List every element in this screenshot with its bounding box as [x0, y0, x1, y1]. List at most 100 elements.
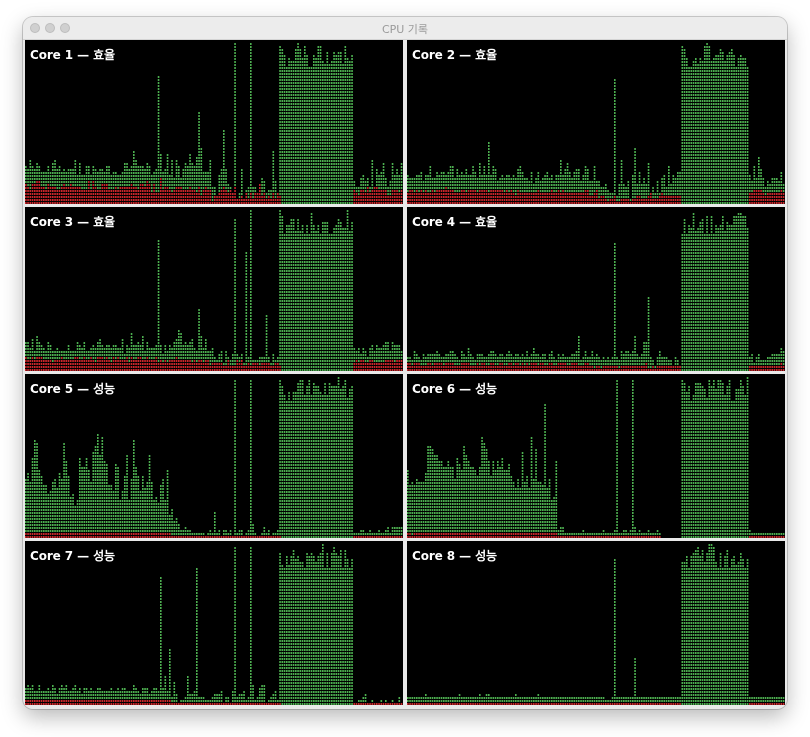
cpu-sample-bar [297, 43, 299, 204]
cpu-sample-bar [27, 169, 29, 204]
system-load-segment [63, 187, 65, 189]
user-load-segment [295, 154, 297, 156]
user-load-segment [589, 184, 591, 186]
user-load-segment [313, 130, 315, 132]
system-load-segment [438, 190, 441, 192]
user-load-segment [301, 118, 304, 120]
cpu-sample-bar [535, 178, 537, 204]
user-load-segment [340, 172, 342, 174]
user-load-segment [515, 178, 517, 180]
user-load-segment [297, 124, 299, 126]
user-load-segment [54, 160, 56, 162]
user-load-segment [175, 166, 178, 168]
system-load-segment [101, 187, 104, 189]
system-load-segment [47, 199, 50, 201]
system-load-segment [72, 202, 74, 204]
user-load-segment [279, 67, 281, 69]
system-load-segment [47, 193, 50, 195]
user-load-segment [250, 121, 252, 123]
system-load-segment [420, 190, 423, 192]
user-load-segment [306, 76, 308, 78]
title-bar[interactable]: CPU 기록 [23, 17, 787, 40]
user-load-segment [652, 193, 654, 195]
user-load-segment [292, 190, 295, 192]
system-load-segment [274, 202, 277, 204]
user-load-segment [346, 166, 349, 168]
user-load-segment [686, 175, 688, 177]
user-load-segment [290, 91, 293, 93]
user-load-segment [351, 124, 353, 126]
cpu-sample-bar [407, 175, 409, 204]
system-load-segment [584, 202, 587, 204]
system-load-segment [162, 193, 164, 195]
user-load-segment [479, 169, 481, 171]
user-load-segment [304, 64, 306, 66]
user-load-segment [133, 163, 135, 165]
user-load-segment [349, 97, 351, 99]
user-load-segment [452, 181, 454, 183]
user-load-segment [647, 175, 650, 177]
user-load-segment [681, 160, 684, 162]
cpu-sample-bar [106, 166, 108, 204]
user-load-segment [310, 145, 313, 147]
user-load-segment [333, 52, 335, 54]
system-load-segment [380, 202, 383, 204]
user-load-segment [344, 85, 347, 87]
cpu-sample-bar [157, 76, 160, 204]
system-load-segment [61, 202, 63, 204]
system-load-segment [524, 196, 526, 198]
user-load-segment [313, 85, 315, 87]
user-load-segment [425, 178, 427, 180]
user-load-segment [301, 175, 304, 177]
system-load-segment [562, 193, 564, 195]
system-load-segment [526, 199, 528, 201]
user-load-segment [198, 151, 200, 153]
user-load-segment [153, 175, 155, 177]
user-load-segment [126, 166, 128, 168]
system-load-segment [465, 199, 468, 201]
user-load-segment [290, 193, 293, 195]
user-load-segment [668, 184, 670, 186]
system-load-segment [481, 199, 483, 201]
user-load-segment [614, 79, 616, 81]
system-load-segment [34, 199, 36, 201]
user-load-segment [618, 187, 621, 189]
user-load-segment [290, 190, 293, 192]
cpu-sample-bar [634, 148, 636, 204]
system-load-segment [106, 202, 108, 204]
system-load-segment [533, 196, 535, 198]
system-load-segment [544, 196, 546, 198]
user-load-segment [292, 61, 295, 63]
user-load-segment [686, 61, 688, 63]
user-load-segment [126, 172, 128, 174]
user-load-segment [337, 190, 340, 192]
system-load-segment [587, 199, 589, 201]
system-load-segment [665, 196, 668, 198]
user-load-segment [681, 109, 684, 111]
user-load-segment [537, 184, 540, 186]
system-load-segment [544, 202, 546, 204]
user-load-segment [346, 94, 349, 96]
user-load-segment [620, 196, 623, 198]
user-load-segment [299, 175, 302, 177]
user-load-segment [322, 91, 324, 93]
user-load-segment [157, 124, 160, 126]
user-load-segment [310, 73, 313, 75]
user-load-segment [503, 187, 506, 189]
user-load-segment [380, 187, 383, 189]
user-load-segment [200, 160, 203, 162]
user-load-segment [72, 181, 74, 183]
user-load-segment [488, 169, 490, 171]
system-load-segment [387, 196, 389, 198]
user-load-segment [342, 79, 344, 81]
cpu-sample-bar [306, 55, 308, 204]
user-load-segment [290, 130, 293, 132]
user-load-segment [351, 127, 353, 129]
user-load-segment [313, 82, 315, 84]
system-load-segment [169, 199, 171, 201]
system-load-segment [106, 199, 108, 201]
user-load-segment [319, 160, 322, 162]
cpu-sample-bar [319, 46, 322, 204]
system-load-segment [27, 199, 29, 201]
system-load-segment [449, 193, 452, 195]
